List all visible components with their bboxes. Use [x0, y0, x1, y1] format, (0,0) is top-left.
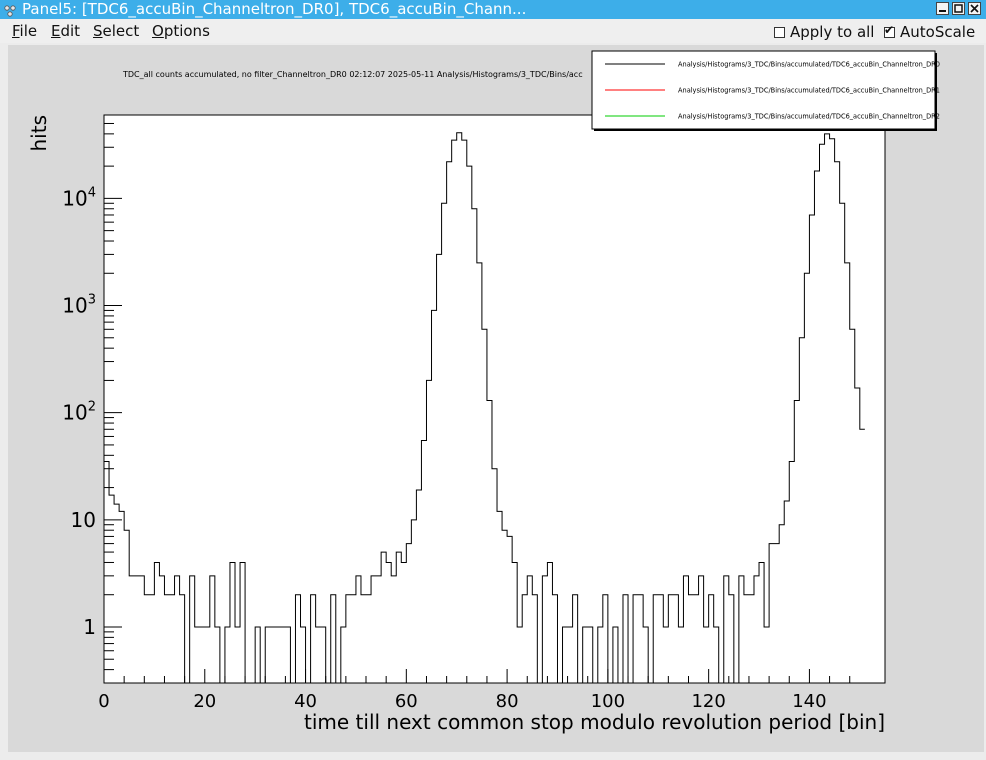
menubar: File Edit Select Options Apply to all ✔ … [0, 19, 986, 43]
menu-file[interactable]: File [12, 22, 37, 40]
y-tick-label: 102 [62, 400, 96, 425]
legend-label: Analysis/Histograms/3_TDC/Bins/accumulat… [678, 113, 940, 121]
menu-options[interactable]: Options [152, 22, 210, 40]
menu-select-mnemonic: S [93, 22, 103, 40]
menu-options-label: ptions [163, 22, 210, 40]
window-titlebar[interactable]: Panel5: [TDC6_accuBin_Channeltron_DR0], … [0, 0, 986, 19]
x-tick-label: 60 [395, 691, 418, 712]
autoscale-option[interactable]: ✔ AutoScale [884, 23, 975, 41]
menu-file-label: ile [19, 22, 38, 40]
x-tick-label: 140 [792, 691, 826, 712]
x-tick-labels: 0 20 40 60 80 100 120 140 [98, 691, 826, 712]
menu-file-mnemonic: F [12, 22, 20, 40]
menu-edit-label: dit [60, 22, 81, 40]
menu-edit[interactable]: Edit [51, 22, 80, 40]
plot-frame [103, 114, 886, 684]
menu-options-mnemonic: O [152, 22, 164, 40]
menu-select-label: elect [102, 22, 140, 40]
legend-shadow-bottom [594, 129, 937, 131]
y-tick-label: 10 [71, 508, 96, 532]
minimize-icon[interactable] [936, 2, 949, 15]
x-tick-label: 0 [98, 691, 109, 712]
maximize-icon[interactable] [952, 2, 965, 15]
legend-label: Analysis/Histograms/3_TDC/Bins/accumulat… [678, 87, 940, 95]
chart-title: TDC_all counts accumulated, no filter_Ch… [122, 70, 583, 79]
y-tick-label: 104 [62, 185, 96, 210]
x-axis-label: time till next common stop modulo revolu… [304, 710, 885, 734]
autoscale-checkbox[interactable]: ✔ [884, 23, 895, 38]
close-icon[interactable] [968, 2, 981, 15]
y-tick-exponent: 4 [88, 185, 96, 200]
y-tick-label: 103 [62, 293, 96, 318]
status-strip [0, 752, 986, 760]
apply-to-all-checkbox[interactable] [774, 26, 785, 38]
y-tick-label: 1 [83, 615, 96, 639]
x-tick-label: 100 [591, 691, 625, 712]
x-tick-label: 80 [496, 691, 519, 712]
apply-to-all-label: Apply to all [790, 23, 875, 41]
apply-to-all-option[interactable]: Apply to all [774, 23, 874, 41]
window-title: Panel5: [TDC6_accuBin_Channeltron_DR0], … [22, 0, 527, 18]
y-axis-label: hits [27, 115, 51, 152]
x-tick-label: 40 [294, 691, 317, 712]
menu-select[interactable]: Select [93, 22, 139, 40]
legend-label: Analysis/Histograms/3_TDC/Bins/accumulat… [678, 61, 940, 69]
root-canvas[interactable]: TDC_all counts accumulated, no filter_Ch… [8, 45, 984, 752]
y-tick-exponent: 2 [88, 400, 96, 415]
x-tick-label: 120 [691, 691, 725, 712]
y-tick-labels: 1 10 102 103 104 [62, 185, 96, 639]
app-icon [4, 3, 16, 17]
legend[interactable]: Analysis/Histograms/3_TDC/Bins/accumulat… [591, 50, 940, 131]
autoscale-label: AutoScale [900, 23, 976, 41]
y-tick-exponent: 3 [88, 293, 96, 308]
x-tick-label: 20 [193, 691, 216, 712]
histogram-chart[interactable]: TDC_all counts accumulated, no filter_Ch… [8, 45, 984, 752]
